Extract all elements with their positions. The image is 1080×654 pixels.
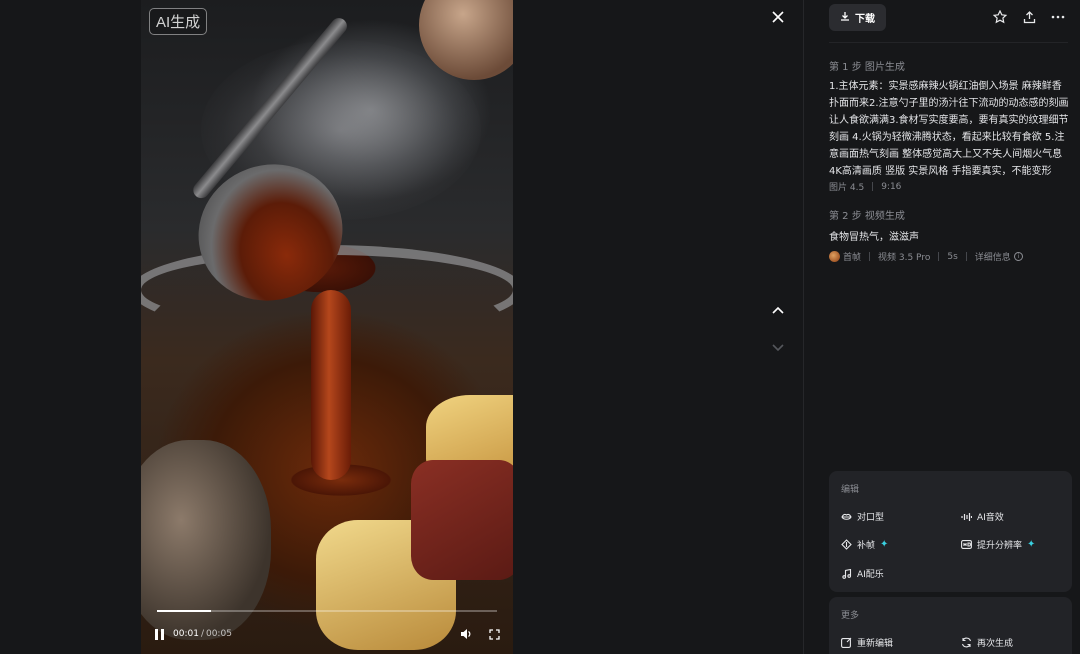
first-frame-thumbnail-icon[interactable] xyxy=(829,251,840,262)
upscale-resolution-button[interactable]: 提升分辨率 ✦ xyxy=(961,538,1035,551)
more-options-icon[interactable] xyxy=(1050,9,1066,25)
video-controls: 00:01 / 00:05 xyxy=(155,626,501,642)
fullscreen-icon[interactable] xyxy=(487,627,501,641)
edit-card: 编辑 对口型 AI音效 补帧 ✦ 提升分辨率 ✦ AI配乐 xyxy=(829,471,1072,592)
step2-duration: 5s xyxy=(947,251,958,262)
edit-icon xyxy=(841,637,852,648)
step2-prompt: 食物冒热气，滋滋声 xyxy=(829,232,919,243)
info-icon[interactable]: i xyxy=(1013,252,1023,261)
audio-wave-icon xyxy=(961,511,972,522)
lip-sync-button[interactable]: 对口型 xyxy=(841,510,884,523)
video-player[interactable]: AI生成 00:01 / 00:05 xyxy=(141,0,513,654)
video-frame-beef xyxy=(411,460,513,580)
download-label: 下载 xyxy=(855,13,875,25)
edit-card-title: 编辑 xyxy=(841,485,860,495)
frame-interpolation-button[interactable]: 补帧 ✦ xyxy=(841,538,888,551)
ai-music-label: AI配乐 xyxy=(857,570,884,580)
volume-icon[interactable] xyxy=(459,627,473,641)
step1-ratio: 9:16 xyxy=(881,181,902,192)
re-edit-button[interactable]: 重新编辑 xyxy=(841,636,893,649)
details-link[interactable]: 详细信息 xyxy=(975,250,1011,263)
time-current: 00:01 xyxy=(173,629,199,639)
step1-title: 第 1 步 图片生成 xyxy=(829,62,905,73)
download-button[interactable]: 下载 xyxy=(829,3,886,31)
video-progress-fill xyxy=(157,610,212,612)
pause-icon[interactable] xyxy=(155,628,167,640)
ai-music-button[interactable]: AI配乐 xyxy=(841,567,884,580)
re-edit-label: 重新编辑 xyxy=(857,639,894,649)
step2-meta: 首帧 视频 3.5 Pro 5s 详细信息 i xyxy=(829,250,1023,263)
lips-icon xyxy=(841,511,852,522)
star-icon[interactable] xyxy=(992,9,1008,25)
next-item-chevron-down-icon[interactable] xyxy=(769,340,787,356)
hd-icon xyxy=(961,539,972,550)
regenerate-icon xyxy=(961,637,972,648)
step1-meta: 图片 4.5 9:16 xyxy=(829,180,902,194)
regenerate-button[interactable]: 再次生成 xyxy=(961,636,1013,649)
step1-model: 图片 4.5 xyxy=(829,183,865,193)
sparkle-icon: ✦ xyxy=(880,539,889,550)
ai-sound-effect-label: AI音效 xyxy=(977,513,1004,523)
step2-title: 第 2 步 视频生成 xyxy=(829,211,905,222)
ai-sound-effect-button[interactable]: AI音效 xyxy=(961,510,1004,523)
close-icon[interactable] xyxy=(769,8,787,26)
frame-interpolate-icon xyxy=(841,539,852,550)
video-progress-bar[interactable] xyxy=(157,610,497,612)
step2-frame-label: 首帧 xyxy=(843,253,862,263)
sparkle-icon: ✦ xyxy=(1027,539,1036,550)
download-icon xyxy=(840,11,850,24)
step1-prompt: 1.主体元素：实景感麻辣火锅红油倒入场景 麻辣鲜香 扑面而来2.注意勺子里的汤汁… xyxy=(829,81,1069,177)
video-frame-chili-oil xyxy=(311,290,351,480)
upscale-resolution-label: 提升分辨率 xyxy=(977,541,1023,551)
details-panel: 下载 第 1 步 图片生成 1.主体元素：实景感麻辣火锅红油倒入场景 麻辣鲜香 … xyxy=(804,0,1080,654)
frame-interpolation-label: 补帧 xyxy=(857,541,876,551)
regenerate-label: 再次生成 xyxy=(977,639,1014,649)
media-viewer: AI生成 00:01 / 00:05 xyxy=(0,0,803,654)
previous-item-chevron-up-icon[interactable] xyxy=(769,302,787,318)
more-card-title: 更多 xyxy=(841,611,860,621)
panel-toolbar: 下载 xyxy=(829,3,1066,31)
toolbar-divider xyxy=(829,42,1068,43)
time-total: 00:05 xyxy=(205,629,232,639)
more-card: 更多 重新编辑 再次生成 xyxy=(829,597,1072,654)
time-separator: / xyxy=(200,629,204,639)
share-icon[interactable] xyxy=(1021,9,1037,25)
lip-sync-label: 对口型 xyxy=(857,513,885,523)
ai-generated-badge: AI生成 xyxy=(149,8,208,35)
step2-model: 视频 3.5 Pro xyxy=(878,253,931,263)
music-note-icon xyxy=(841,568,852,579)
